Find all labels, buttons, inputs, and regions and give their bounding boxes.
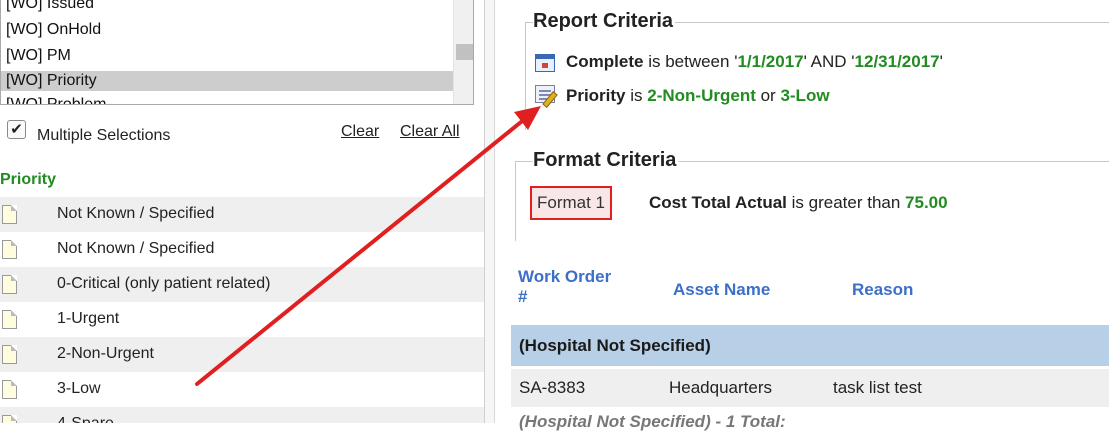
column-header-reason[interactable]: Reason (852, 280, 913, 300)
criteria-value: 1/1/2017 (737, 52, 804, 71)
document-icon (2, 380, 17, 399)
format-criteria-line: Cost Total Actual is greater than 75.00 (649, 193, 948, 213)
document-icon (2, 275, 17, 294)
format-1-badge: Format 1 (530, 186, 613, 220)
listbox-item-pm[interactable]: [WO] PM (1, 46, 453, 66)
listbox-item-issued[interactable]: [WO] Issued (1, 0, 453, 14)
listbox-item-priority[interactable]: [WO] Priority (1, 71, 453, 91)
priority-item[interactable]: 3-Low (0, 372, 484, 407)
priority-item-label: 4-Spare (57, 415, 114, 423)
edit-list-icon (535, 85, 555, 103)
criteria-field: Priority (566, 86, 626, 105)
report-preview: Report Criteria Complete is between '1/1… (495, 0, 1109, 431)
criteria-op: ' AND ' (803, 52, 855, 71)
group-total-row: (Hospital Not Specified) - 1 Total: (519, 412, 786, 431)
field-listbox[interactable]: [WO] Issued [WO] OnHold [WO] PM [WO] Pri… (0, 0, 474, 105)
left-panel: [WO] Issued [WO] OnHold [WO] PM [WO] Pri… (0, 0, 484, 423)
document-icon (2, 310, 17, 329)
column-header-label: Work Order (518, 267, 612, 286)
priority-item-label: 1-Urgent (57, 310, 120, 327)
column-header-work-order[interactable]: Work Order # (518, 267, 611, 307)
check-icon: ✔ (10, 121, 23, 138)
priority-item-label: 0-Critical (only patient related) (57, 275, 271, 292)
table-header: Work Order # Asset Name Reason (511, 263, 1109, 323)
criteria-value: 75.00 (905, 193, 948, 212)
multiple-selections-label: Multiple Selections (37, 127, 171, 144)
criteria-op: ' (939, 52, 943, 71)
document-icon (2, 345, 17, 364)
listbox-item-problem[interactable]: [WO] Problem (1, 95, 453, 104)
cell-reason: task list test (833, 378, 922, 397)
cell-asset-name: Headquarters (669, 378, 773, 397)
column-header-asset-name[interactable]: Asset Name (673, 280, 770, 300)
criteria-op: or (755, 86, 781, 105)
report-criteria-left-border (525, 22, 526, 130)
criteria-value: 2-Non-Urgent (647, 86, 756, 105)
format-criteria-title: Format Criteria (533, 149, 679, 172)
priority-heading: Priority (0, 171, 57, 188)
criteria-value: 12/31/2017 (854, 52, 940, 71)
listbox-item-onhold[interactable]: [WO] OnHold (1, 20, 453, 40)
priority-item[interactable]: Not Known / Specified (0, 197, 484, 232)
multiple-selections-checkbox[interactable]: ✔ (7, 120, 26, 139)
priority-list: Not Known / Specified Not Known / Specif… (0, 197, 484, 423)
priority-item[interactable]: 2-Non-Urgent (0, 337, 484, 372)
calendar-icon (535, 54, 555, 72)
criteria-op: is between ' (643, 52, 738, 71)
criteria-op: is (625, 86, 648, 105)
priority-item[interactable]: 4-Spare (0, 407, 484, 423)
listbox-scrollbar-thumb[interactable] (456, 44, 473, 60)
column-header-label: # (518, 287, 528, 306)
criteria-value: 3-Low (780, 86, 830, 105)
priority-item-label: Not Known / Specified (57, 205, 215, 222)
multiple-selections-row: ✔ Multiple Selections Clear Clear All (0, 118, 484, 144)
report-criteria-line-priority: Priority is 2-Non-Urgent or 3-Low (566, 86, 830, 106)
report-criteria-title: Report Criteria (533, 10, 676, 33)
priority-item-label: 2-Non-Urgent (57, 345, 154, 362)
clear-link[interactable]: Clear (341, 123, 379, 141)
document-icon (2, 240, 17, 259)
criteria-op: is greater than (786, 193, 906, 212)
listbox-scrollbar[interactable] (453, 0, 473, 104)
priority-item[interactable]: 1-Urgent (0, 302, 484, 337)
group-header-row: (Hospital Not Specified) (511, 325, 1109, 366)
format-criteria-left-border (515, 161, 516, 241)
table-row[interactable]: SA-8383 Headquarters task list test (511, 369, 1109, 407)
document-icon (2, 415, 17, 423)
cell-work-order[interactable]: SA-8383 (519, 378, 585, 398)
document-icon (2, 205, 17, 224)
priority-item-label: Not Known / Specified (57, 240, 215, 257)
priority-item-label: 3-Low (57, 380, 101, 397)
priority-item[interactable]: 0-Critical (only patient related) (0, 267, 484, 302)
report-criteria-line-complete: Complete is between '1/1/2017' AND '12/3… (566, 52, 943, 72)
criteria-field: Cost Total Actual (649, 193, 787, 212)
priority-item[interactable]: Not Known / Specified (0, 232, 484, 267)
criteria-field: Complete (566, 52, 644, 71)
clear-all-link[interactable]: Clear All (400, 123, 460, 141)
